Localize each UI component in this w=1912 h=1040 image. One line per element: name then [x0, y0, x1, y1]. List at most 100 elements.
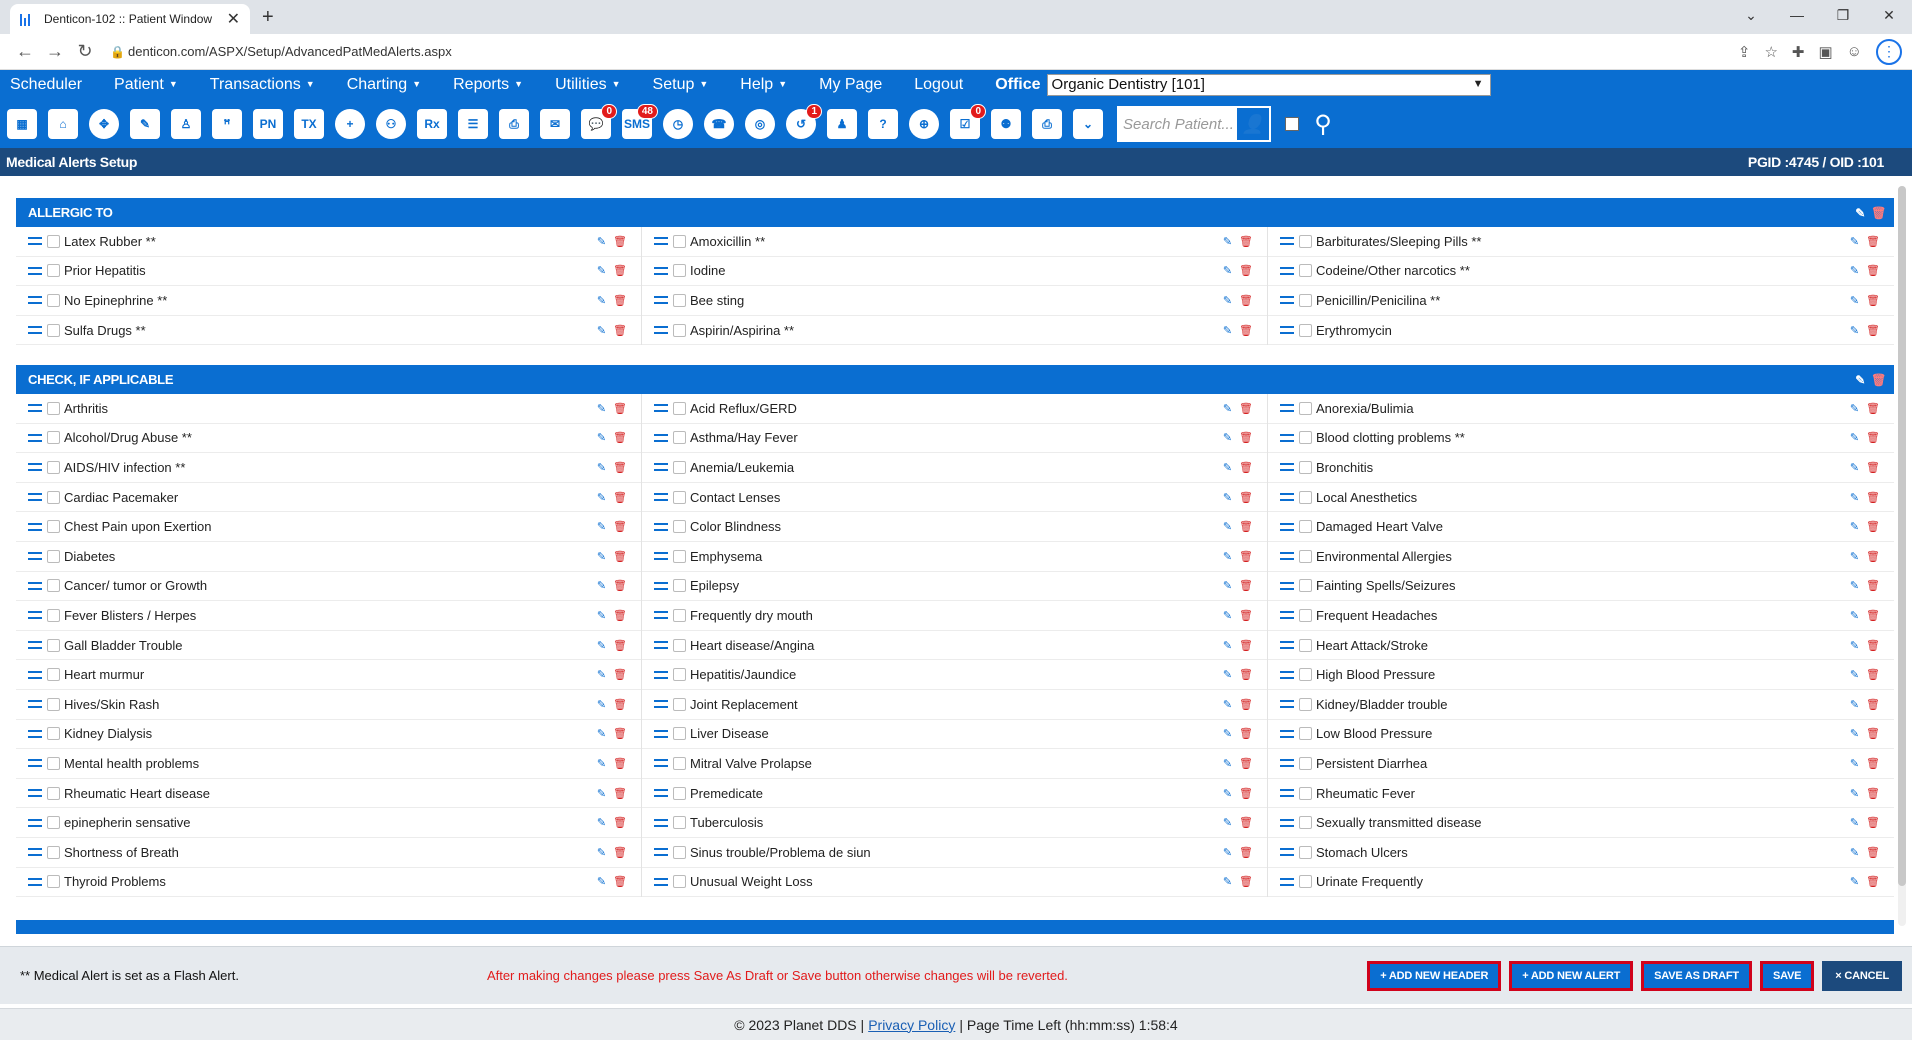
edit-icon[interactable]: ✎ — [597, 402, 606, 415]
alert-checkbox[interactable] — [673, 431, 686, 445]
trash-icon[interactable]: 🗑 — [1239, 579, 1253, 592]
browser-menu-icon[interactable]: ⋮ — [1876, 38, 1902, 65]
edit-icon[interactable]: ✎ — [1850, 668, 1859, 681]
drag-handle-icon[interactable] — [654, 759, 668, 768]
alert-checkbox[interactable] — [1299, 697, 1312, 711]
drag-handle-icon[interactable] — [28, 877, 42, 886]
trash-icon[interactable]: 🗑 — [1866, 264, 1880, 277]
back-icon[interactable]: ← — [10, 41, 40, 62]
drag-handle-icon[interactable] — [1280, 266, 1294, 275]
bookmark-star-icon[interactable]: ☆ — [1764, 43, 1777, 61]
trash-icon[interactable]: 🗑 — [613, 324, 627, 337]
edit-icon[interactable]: ✎ — [1850, 264, 1859, 277]
tooth-icon[interactable]: ♟ — [824, 106, 860, 142]
group-search-icon[interactable]: ⚲ — [1305, 106, 1341, 142]
refresh-user-icon[interactable]: ↺ 1 — [783, 104, 822, 142]
drag-handle-icon[interactable] — [28, 818, 42, 827]
alert-checkbox[interactable] — [1299, 756, 1312, 770]
edit-icon[interactable]: ✎ — [1850, 609, 1859, 622]
printer-icon[interactable]: ⎙ — [1029, 106, 1065, 142]
drag-handle-icon[interactable] — [654, 296, 668, 305]
edit-icon[interactable]: ✎ — [597, 431, 606, 444]
drag-handle-icon[interactable] — [654, 463, 668, 472]
edit-icon[interactable]: ✎ — [597, 579, 606, 592]
drag-handle-icon[interactable] — [1280, 296, 1294, 305]
edit-icon[interactable]: ✎ — [1850, 875, 1859, 888]
drag-handle-icon[interactable] — [654, 729, 668, 738]
drag-handle-icon[interactable] — [654, 266, 668, 275]
alert-checkbox[interactable] — [673, 756, 686, 770]
print-document-icon[interactable]: ⎙ — [496, 106, 532, 142]
edit-icon[interactable]: ✎ — [1850, 698, 1859, 711]
edit-icon[interactable]: ✎ — [1223, 609, 1232, 622]
alert-checkbox[interactable] — [673, 638, 686, 652]
edit-icon[interactable]: ✎ — [597, 846, 606, 859]
alert-checkbox[interactable] — [47, 579, 60, 593]
alert-checkbox[interactable] — [673, 549, 686, 563]
trash-icon[interactable]: 🗑 — [1239, 491, 1253, 504]
drag-handle-icon[interactable] — [1280, 552, 1294, 561]
alert-checkbox[interactable] — [1299, 638, 1312, 652]
drag-handle-icon[interactable] — [654, 493, 668, 502]
edit-icon[interactable]: ✎ — [1223, 639, 1232, 652]
edit-icon[interactable]: ✎ — [1223, 264, 1232, 277]
edit-icon[interactable]: ✎ — [597, 668, 606, 681]
edit-icon[interactable]: ✎ — [597, 639, 606, 652]
drag-handle-icon[interactable] — [28, 433, 42, 442]
browser-tab[interactable]: Denticon-102 :: Patient Window ✕ — [10, 4, 250, 34]
drag-handle-icon[interactable] — [1280, 759, 1294, 768]
drag-handle-icon[interactable] — [28, 463, 42, 472]
edit-icon[interactable]: ✎ — [1223, 461, 1232, 474]
alert-checkbox[interactable] — [1299, 431, 1312, 445]
drag-handle-icon[interactable] — [654, 433, 668, 442]
alert-checkbox[interactable] — [673, 786, 686, 800]
alert-checkbox[interactable] — [47, 323, 60, 337]
alert-checkbox[interactable] — [1299, 608, 1312, 622]
menu-charting[interactable]: Charting ▼ — [347, 76, 421, 94]
trash-icon[interactable]: 🗑 — [1866, 324, 1880, 337]
patient-search-icon[interactable]: 👤 — [1235, 106, 1271, 142]
help-tooth-icon[interactable]: ? — [865, 106, 901, 142]
edit-icon[interactable]: ✎ — [1850, 402, 1859, 415]
drag-handle-icon[interactable] — [1280, 670, 1294, 679]
drag-handle-icon[interactable] — [654, 818, 668, 827]
drag-handle-icon[interactable] — [28, 611, 42, 620]
alert-checkbox[interactable] — [673, 323, 686, 337]
trash-icon[interactable]: 🗑 — [1239, 875, 1253, 888]
trash-icon[interactable]: 🗑 — [1866, 816, 1880, 829]
sidebar-icon[interactable]: ▣ — [1818, 43, 1832, 61]
trash-icon[interactable]: 🗑 — [1239, 461, 1253, 474]
edit-icon[interactable]: ✎ — [1223, 550, 1232, 563]
alert-checkbox[interactable] — [673, 293, 686, 307]
drag-handle-icon[interactable] — [1280, 700, 1294, 709]
edit-icon[interactable]: ✎ — [1223, 491, 1232, 504]
edit-icon[interactable]: ✎ — [1223, 757, 1232, 770]
drag-handle-icon[interactable] — [28, 789, 42, 798]
alert-checkbox[interactable] — [47, 727, 60, 741]
edit-icon[interactable]: ✎ — [1850, 461, 1859, 474]
trash-icon[interactable]: 🗑 — [613, 727, 627, 740]
alert-checkbox[interactable] — [673, 845, 686, 859]
drag-handle-icon[interactable] — [1280, 848, 1294, 857]
drag-handle-icon[interactable] — [28, 326, 42, 335]
claims-icon[interactable]: ☰ — [455, 106, 491, 142]
trash-icon[interactable]: 🗑 — [1239, 520, 1253, 533]
edit-icon[interactable]: ✎ — [1223, 846, 1232, 859]
edit-icon[interactable]: ✎ — [1850, 757, 1859, 770]
alert-checkbox[interactable] — [47, 638, 60, 652]
edit-icon[interactable]: ✎ — [1855, 206, 1865, 220]
trash-icon[interactable]: 🗑 — [1866, 235, 1880, 248]
trash-icon[interactable]: 🗑 — [1239, 609, 1253, 622]
tab-search-icon[interactable]: ⌄ — [1728, 0, 1774, 30]
edit-icon[interactable]: ✎ — [1850, 235, 1859, 248]
drag-handle-icon[interactable] — [1280, 789, 1294, 798]
save-as-draft-button[interactable]: SAVE AS DRAFT — [1641, 960, 1752, 991]
trash-icon[interactable]: 🗑 — [1871, 206, 1886, 220]
lock-icon[interactable]: 🔒 — [110, 45, 128, 59]
edit-icon[interactable]: ✎ — [1223, 698, 1232, 711]
alert-checkbox[interactable] — [47, 520, 60, 534]
drag-handle-icon[interactable] — [1280, 404, 1294, 413]
trash-icon[interactable]: 🗑 — [1866, 668, 1880, 681]
drag-handle-icon[interactable] — [28, 759, 42, 768]
menu-help[interactable]: Help ▼ — [740, 76, 787, 94]
